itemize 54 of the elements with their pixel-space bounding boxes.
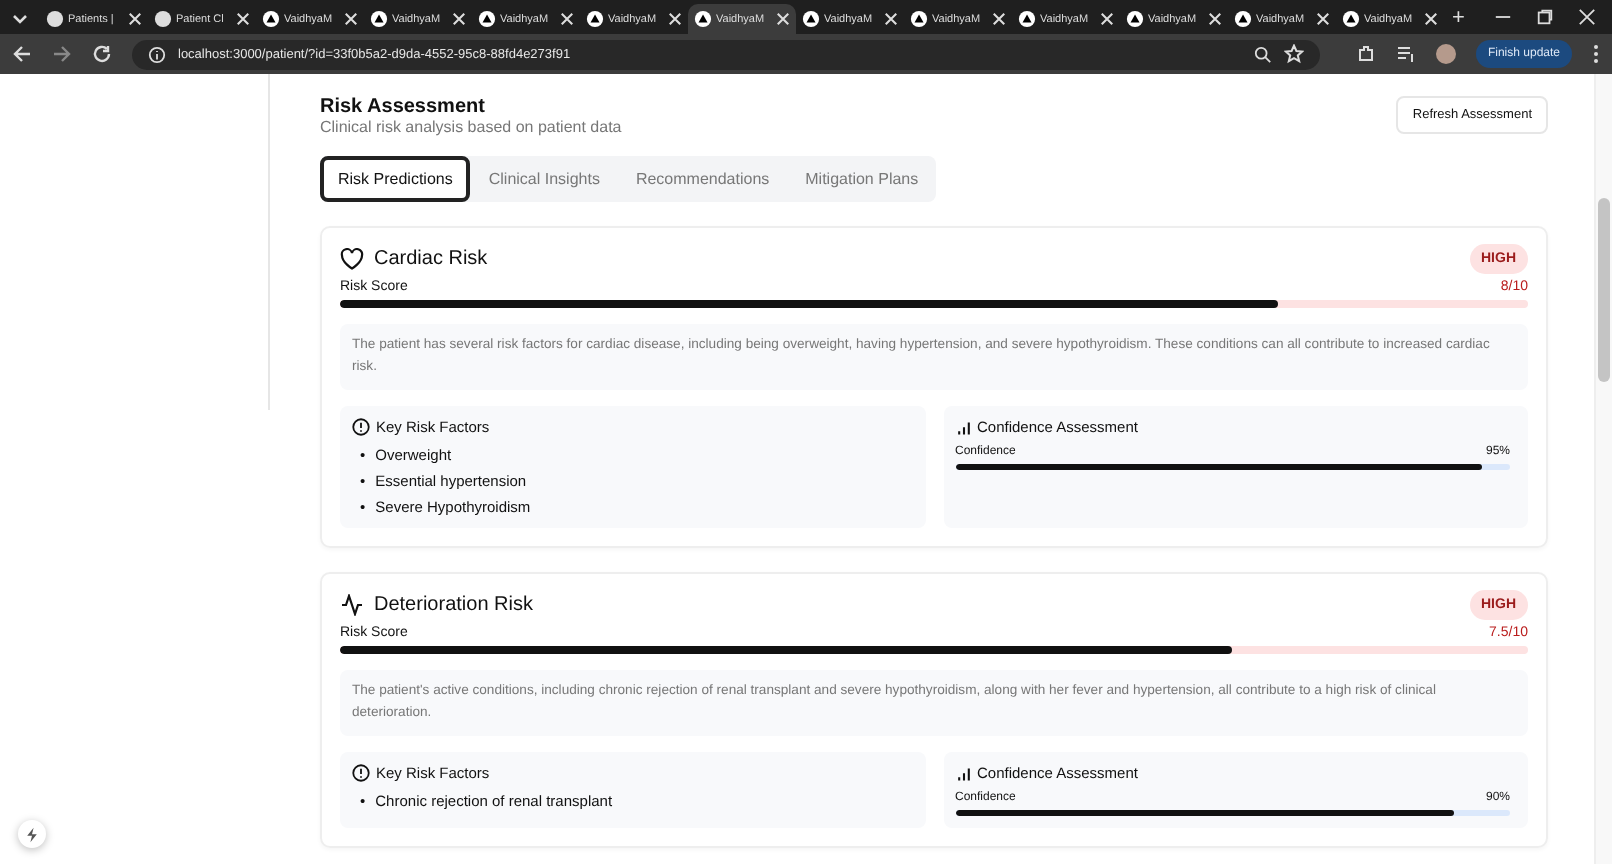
restore-icon[interactable]	[1536, 8, 1554, 26]
page-subtitle: Clinical risk analysis based on patient data	[320, 118, 622, 136]
media-icon[interactable]	[1395, 44, 1416, 64]
lightning-icon	[24, 825, 40, 843]
triangle-icon	[802, 10, 820, 28]
close-icon[interactable]	[128, 12, 142, 26]
tab[interactable]: Recommendations	[617, 156, 788, 202]
alert-circle-icon	[352, 764, 370, 783]
close-icon[interactable]	[452, 12, 466, 26]
pulse-icon	[340, 594, 364, 617]
close-icon[interactable]	[344, 12, 358, 26]
triangle-icon	[1018, 10, 1036, 28]
heart-icon	[340, 248, 364, 270]
triangle-icon	[370, 10, 388, 28]
close-icon[interactable]	[992, 12, 1006, 26]
close-icon[interactable]	[1100, 12, 1114, 26]
close-icon[interactable]	[1208, 12, 1222, 26]
triangle-icon	[1342, 10, 1360, 28]
zoom-icon[interactable]	[1253, 45, 1272, 63]
close-icon[interactable]	[1424, 12, 1438, 26]
scrollbar-thumb[interactable]	[1598, 198, 1610, 382]
close-icon[interactable]	[1578, 8, 1596, 26]
alert-circle-icon	[352, 418, 370, 437]
close-icon[interactable]	[776, 12, 790, 26]
triangle-icon	[478, 10, 496, 28]
triangle-icon	[910, 10, 928, 28]
close-icon[interactable]	[884, 12, 898, 26]
triangle-icon	[1234, 10, 1252, 28]
quick-action-button[interactable]	[18, 820, 46, 848]
close-icon[interactable]	[668, 12, 682, 26]
triangle-icon	[586, 10, 604, 28]
triangle-icon	[262, 10, 280, 28]
close-icon[interactable]	[236, 12, 250, 26]
tab[interactable]: Mitigation Plans	[787, 156, 937, 202]
avatar-icon[interactable]	[1435, 44, 1456, 64]
risk-title: Cardiac Risk	[374, 248, 488, 270]
risk-title: Deterioration Risk	[374, 594, 533, 617]
more-icon[interactable]	[1592, 44, 1600, 64]
site-info-icon	[148, 45, 166, 63]
triangle-icon	[694, 10, 712, 28]
extensions-icon[interactable]	[1355, 44, 1376, 64]
triangle-icon	[1126, 10, 1144, 28]
new-tab-button[interactable]: +	[1452, 5, 1465, 29]
tab[interactable]: Clinical Insights	[470, 156, 618, 202]
bar-chart-icon	[955, 419, 971, 436]
tab[interactable]: Risk Predictions	[320, 156, 471, 202]
close-icon[interactable]	[1316, 12, 1330, 26]
forward-arrow-icon[interactable]	[52, 44, 72, 64]
reload-icon[interactable]	[92, 44, 112, 64]
close-icon[interactable]	[560, 12, 574, 26]
page-title: Risk Assessment	[320, 96, 487, 118]
back-arrow-icon[interactable]	[12, 44, 32, 64]
bar-chart-icon	[955, 765, 971, 782]
star-icon[interactable]	[1283, 44, 1304, 64]
